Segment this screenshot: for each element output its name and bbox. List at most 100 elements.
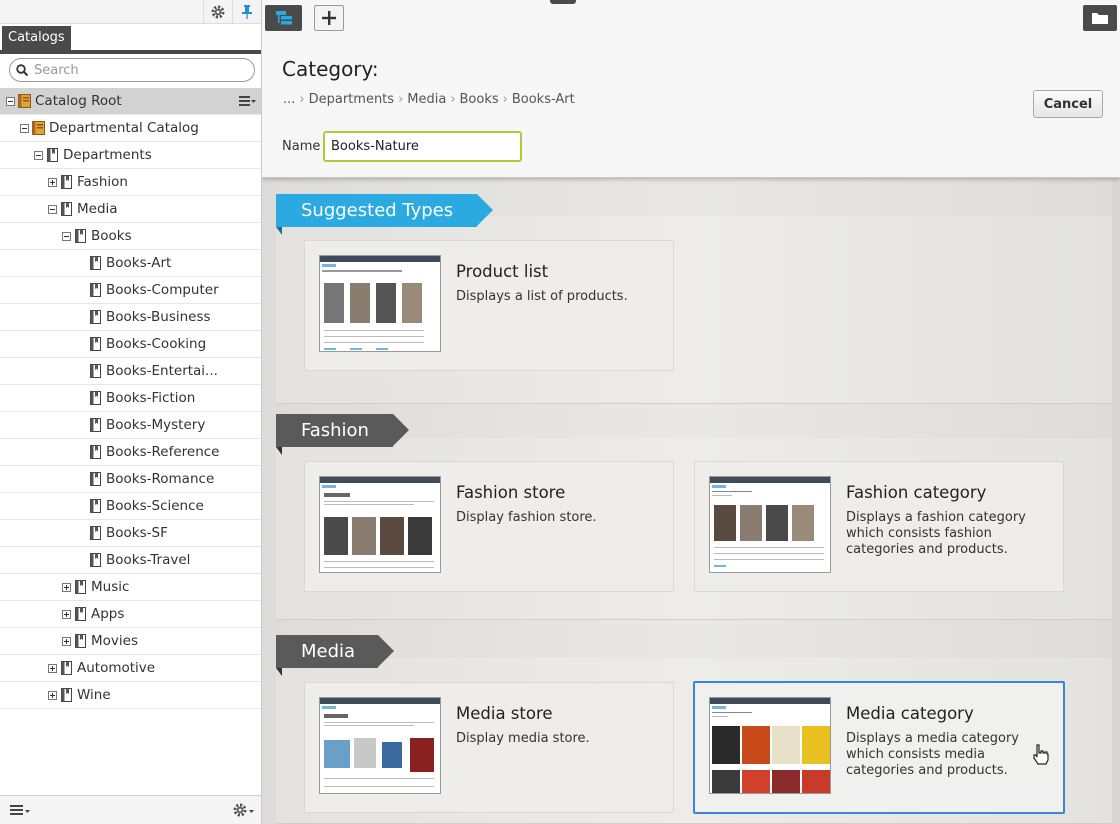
category-icon [90, 472, 101, 486]
breadcrumb-item[interactable]: Books-Art [512, 92, 575, 107]
category-icon [75, 580, 86, 594]
tree-item-label: Books-Entertai... [106, 363, 218, 379]
type-card-media-category[interactable]: Media category Displays a media category… [693, 681, 1065, 814]
tree-item-books-computer[interactable]: Books-Computer [0, 277, 261, 304]
settings-gear-icon[interactable] [203, 0, 231, 23]
breadcrumb-item[interactable]: Books [460, 92, 499, 107]
folder-icon [1092, 13, 1108, 24]
search-box [9, 58, 255, 82]
category-icon [90, 283, 101, 297]
expand-icon[interactable] [48, 177, 57, 187]
type-card-product-list[interactable]: Product list Displays a list of products… [304, 240, 674, 371]
tree-item-books-business[interactable]: Books-Business [0, 304, 261, 331]
type-card-fashion-store[interactable]: Fashion store Display fashion store. [304, 461, 674, 592]
fashion-store-thumbnail [319, 476, 441, 573]
breadcrumb-item: ... [283, 92, 296, 107]
tree-item-fashion[interactable]: Fashion [0, 169, 261, 196]
tree-item-label: Books [91, 228, 132, 244]
tree-item-media[interactable]: Media [0, 196, 261, 223]
expand-icon[interactable] [48, 690, 57, 700]
type-gallery: Suggested Types Fashion Media Product li… [262, 178, 1120, 824]
tree-item-books-mystery[interactable]: Books-Mystery [0, 412, 261, 439]
category-icon [90, 445, 101, 459]
settings-dropdown-icon[interactable] [228, 796, 260, 824]
sidebar-bottom-bar [0, 795, 261, 824]
tree-item-departmental-catalog[interactable]: Departmental Catalog [0, 115, 261, 142]
tree-item-wine[interactable]: Wine [0, 682, 261, 709]
type-card-media-store[interactable]: Media store Display media store. [304, 682, 674, 813]
category-icon [61, 661, 72, 675]
tree-item-movies[interactable]: Movies [0, 628, 261, 655]
tree-item-catalog-root[interactable]: Catalog Root [0, 88, 261, 115]
media-store-thumbnail [319, 697, 441, 794]
breadcrumb-separator-icon: › [299, 92, 305, 107]
catalog-tree: Catalog Root Departmental Catalog Departme… [0, 88, 261, 709]
category-editor: Category: ... › Departments › Media › Books › Bo… [262, 0, 1120, 824]
node-menu-icon[interactable] [239, 95, 257, 107]
collapse-icon[interactable] [48, 204, 57, 214]
list-menu-icon[interactable] [4, 796, 36, 824]
search-input[interactable] [34, 61, 244, 79]
tree-item-books-fiction[interactable]: Books-Fiction [0, 385, 261, 412]
tree-item-departments[interactable]: Departments [0, 142, 261, 169]
name-input[interactable] [323, 131, 522, 162]
expand-icon[interactable] [48, 663, 57, 673]
name-label: Name [282, 139, 321, 154]
category-icon [61, 175, 72, 189]
tree-item-label: Books-Reference [106, 444, 220, 460]
breadcrumb-item[interactable]: Departments [309, 92, 394, 107]
tree-item-label: Books-SF [106, 525, 168, 541]
breadcrumb-item[interactable]: Media [407, 92, 446, 107]
collapse-icon[interactable] [62, 231, 71, 241]
expand-icon[interactable] [62, 609, 71, 619]
tree-item-music[interactable]: Music [0, 574, 261, 601]
sidebar-toolbar [0, 0, 261, 24]
collapse-icon[interactable] [20, 123, 29, 133]
card-description: Displays a list of products. [456, 289, 628, 304]
tab-catalogs[interactable]: Catalogs [2, 26, 71, 50]
tree-item-label: Books-Travel [106, 552, 191, 568]
collapse-icon[interactable] [6, 96, 15, 106]
tree-item-books-reference[interactable]: Books-Reference [0, 439, 261, 466]
tree-item-apps[interactable]: Apps [0, 601, 261, 628]
pin-icon[interactable] [232, 0, 260, 23]
tree-item-books[interactable]: Books [0, 223, 261, 250]
expand-icon[interactable] [62, 582, 71, 592]
tree-item-books-romance[interactable]: Books-Romance [0, 466, 261, 493]
tree-item-books-entertai[interactable]: Books-Entertai... [0, 358, 261, 385]
section-header-suggested-types: Suggested Types [276, 194, 493, 235]
tree-item-books-art[interactable]: Books-Art [0, 250, 261, 277]
breadcrumb-separator-icon: › [502, 92, 508, 107]
tree-item-books-sf[interactable]: Books-SF [0, 520, 261, 547]
tree-item-books-travel[interactable]: Books-Travel [0, 547, 261, 574]
tree-item-label: Books-Science [106, 498, 204, 514]
search-icon [16, 64, 29, 77]
category-icon [61, 688, 72, 702]
category-icon [90, 256, 101, 270]
category-icon [90, 337, 101, 351]
type-card-fashion-category[interactable]: Fashion category Displays a fashion cate… [694, 461, 1064, 592]
tree-item-label: Movies [91, 633, 138, 649]
category-icon [90, 418, 101, 432]
product-list-thumbnail [319, 255, 441, 352]
scrollbar[interactable] [1112, 178, 1120, 824]
add-button[interactable] [314, 5, 344, 31]
tree-item-books-science[interactable]: Books-Science [0, 493, 261, 520]
cancel-button[interactable]: Cancel [1033, 90, 1103, 118]
category-icon [90, 391, 101, 405]
folder-button[interactable] [1083, 5, 1117, 31]
category-icon [90, 310, 101, 324]
card-title: Media store [456, 704, 553, 723]
expand-icon[interactable] [62, 636, 71, 646]
tree-view-icon [275, 11, 292, 25]
category-icon [90, 364, 101, 378]
tree-item-books-cooking[interactable]: Books-Cooking [0, 331, 261, 358]
card-description: Displays a media category which consists… [846, 731, 1019, 778]
card-description: Displays a fashion category which consis… [846, 510, 1026, 557]
collapse-handle[interactable] [550, 0, 576, 4]
tree-item-label: Catalog Root [35, 93, 122, 109]
catalog-icon [32, 121, 45, 135]
tree-view-button[interactable] [265, 5, 302, 31]
tree-item-automotive[interactable]: Automotive [0, 655, 261, 682]
collapse-icon[interactable] [34, 150, 43, 160]
